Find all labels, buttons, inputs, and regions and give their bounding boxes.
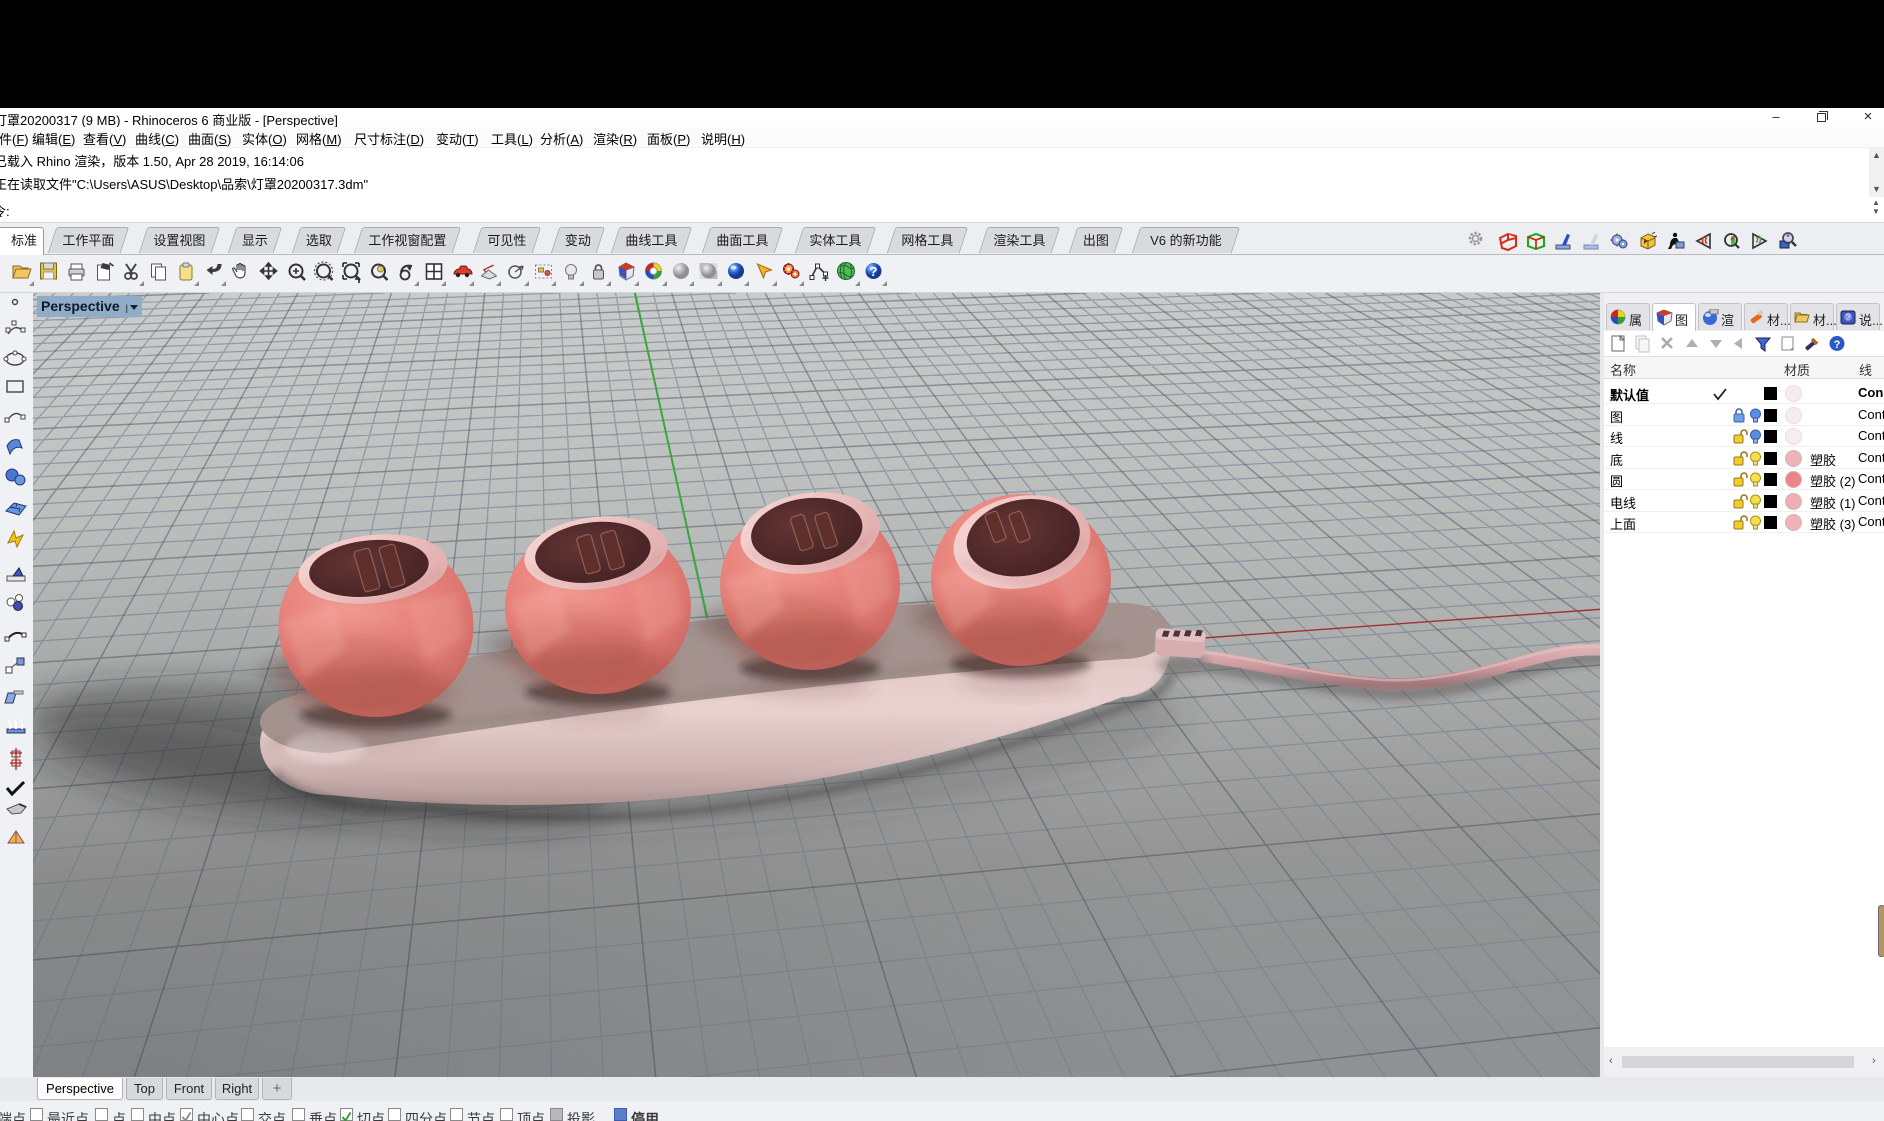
svg-text:?: ? [1845, 312, 1850, 322]
svg-text:?: ? [870, 264, 878, 279]
svg-text:?: ? [1834, 339, 1841, 351]
